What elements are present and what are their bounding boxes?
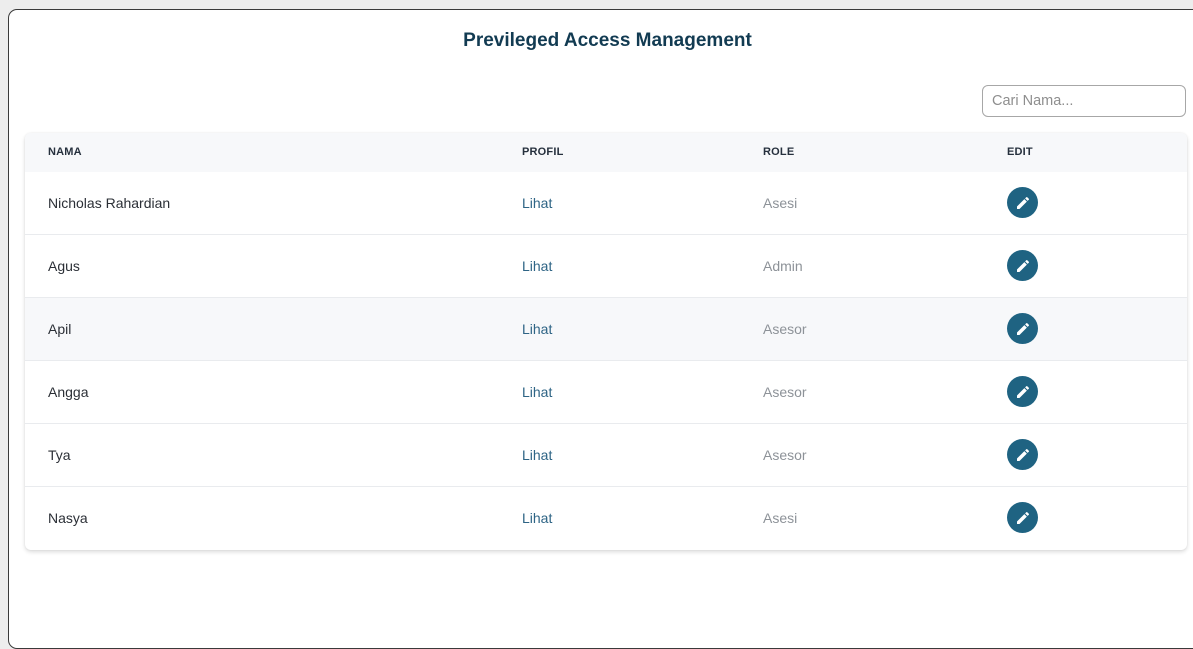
edit-button[interactable] [1007, 187, 1038, 218]
profil-link[interactable]: Lihat [522, 235, 552, 298]
profil-link[interactable]: Lihat [522, 424, 552, 487]
profil-link[interactable]: Lihat [522, 487, 552, 550]
profil-link[interactable]: Lihat [522, 361, 552, 424]
pencil-icon [1016, 196, 1029, 209]
cell-nama: Apil [48, 321, 72, 337]
cell-role: Asesor [763, 447, 807, 463]
pencil-icon [1016, 322, 1029, 335]
edit-button[interactable] [1007, 502, 1038, 533]
user-table: NAMA PROFIL ROLE EDIT Nicholas Rahardian… [25, 133, 1187, 550]
profil-link[interactable]: Lihat [522, 172, 552, 235]
pencil-icon [1016, 259, 1029, 272]
edit-button[interactable] [1007, 439, 1038, 470]
search-name-input[interactable] [982, 85, 1186, 117]
column-header-role: ROLE [763, 146, 795, 158]
cell-role: Asesi [763, 510, 798, 526]
column-header-edit: EDIT [1007, 146, 1033, 158]
table-header: NAMA PROFIL ROLE EDIT [25, 133, 1187, 172]
profil-link[interactable]: Lihat [522, 298, 552, 361]
cell-nama: Tya [48, 447, 71, 463]
table-row: Apil Lihat Asesor [25, 298, 1187, 361]
pencil-icon [1016, 511, 1029, 524]
pencil-icon [1016, 385, 1029, 398]
table-row: Angga Lihat Asesor [25, 361, 1187, 424]
main-card: Previleged Access Management NAMA PROFIL… [8, 9, 1193, 649]
cell-nama: Agus [48, 258, 80, 274]
pencil-icon [1016, 448, 1029, 461]
column-header-nama: NAMA [48, 146, 82, 158]
cell-role: Admin [763, 258, 803, 274]
edit-button[interactable] [1007, 313, 1038, 344]
table-row: Tya Lihat Asesor [25, 424, 1187, 487]
column-header-profil: PROFIL [522, 146, 564, 158]
table-row: Nasya Lihat Asesi [25, 487, 1187, 550]
page-title: Previleged Access Management [463, 30, 752, 51]
cell-role: Asesor [763, 384, 807, 400]
edit-button[interactable] [1007, 250, 1038, 281]
cell-nama: Nicholas Rahardian [48, 195, 171, 211]
table-row: Nicholas Rahardian Lihat Asesi [25, 172, 1187, 235]
table-body: Nicholas Rahardian Lihat Asesi Agus Liha… [25, 172, 1187, 550]
cell-role: Asesor [763, 321, 807, 337]
cell-nama: Nasya [48, 510, 88, 526]
cell-nama: Angga [48, 384, 89, 400]
cell-role: Asesi [763, 195, 798, 211]
edit-button[interactable] [1007, 376, 1038, 407]
table-row: Agus Lihat Admin [25, 235, 1187, 298]
